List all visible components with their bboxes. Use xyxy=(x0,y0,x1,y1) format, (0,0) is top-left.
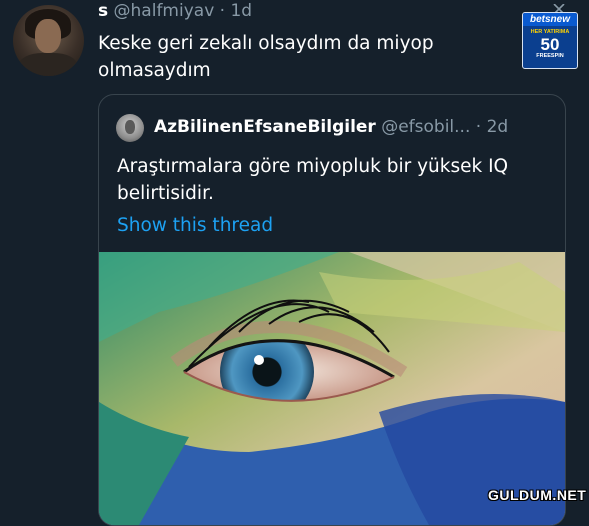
quoted-user-handle[interactable]: @efsobil... xyxy=(381,117,470,137)
quoted-tweet-time[interactable]: 2d xyxy=(487,117,509,137)
show-thread-link[interactable]: Show this thread xyxy=(117,215,273,236)
separator-dot: · xyxy=(219,1,226,21)
eye-photo[interactable] xyxy=(99,252,565,525)
ad-line-2: FREESPIN xyxy=(536,53,564,59)
user-avatar[interactable] xyxy=(13,5,84,76)
quoted-tweet[interactable]: AzBilinenEfsaneBilgiler @efsobil... · 2d… xyxy=(98,94,566,526)
ad-brand: betsnew xyxy=(523,13,577,26)
user-handle[interactable]: @halfmiyav xyxy=(114,1,215,21)
quoted-avatar-face xyxy=(125,120,135,134)
quoted-user-avatar[interactable] xyxy=(116,114,144,142)
tweet-header: s @halfmiyav · 1d xyxy=(98,1,252,21)
tweet-time[interactable]: 1d xyxy=(230,1,252,21)
quoted-separator-dot: · xyxy=(475,117,482,137)
avatar-face xyxy=(35,19,61,53)
quoted-tweet-header: AzBilinenEfsaneBilgiler @efsobil... · 2d xyxy=(154,117,508,137)
ad-amount: 50 xyxy=(540,35,560,54)
watermark: GULDUM.NET xyxy=(488,487,587,503)
tweet-text: Keske geri zekalı olsaydım da miyop olma… xyxy=(98,33,434,81)
avatar-body xyxy=(19,53,77,76)
quoted-user-name[interactable]: AzBilinenEfsaneBilgiler xyxy=(154,117,376,137)
quoted-tweet-text: Araştırmalara göre miyopluk bir yüksek I… xyxy=(117,156,509,204)
user-name[interactable]: s xyxy=(98,1,108,21)
betsnew-ad-banner[interactable]: betsnew HER YATIRIMA 50 FREESPIN xyxy=(522,12,578,69)
